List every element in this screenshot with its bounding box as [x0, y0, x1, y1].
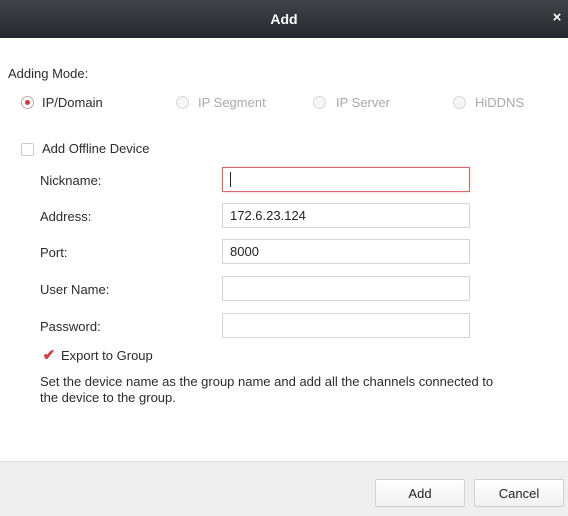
dialog-title: Add: [270, 11, 298, 27]
dialog-footer: Add Cancel: [0, 461, 568, 516]
radio-ip-server[interactable]: [313, 96, 326, 109]
password-input[interactable]: [222, 313, 470, 338]
export-group-description: Set the device name as the group name an…: [40, 374, 494, 405]
address-label: Address:: [40, 209, 92, 224]
add-button[interactable]: Add: [375, 479, 465, 507]
nickname-label: Nickname:: [40, 173, 102, 188]
text-caret: [230, 172, 231, 187]
radio-hiddns-label[interactable]: HiDDNS: [475, 95, 524, 110]
port-label: Port:: [40, 245, 68, 260]
address-input[interactable]: [222, 203, 470, 228]
title-bar: Add ×: [0, 0, 568, 38]
offline-device-label[interactable]: Add Offline Device: [42, 141, 149, 156]
radio-ip-server-label[interactable]: IP Server: [336, 95, 390, 110]
username-label: User Name:: [40, 282, 110, 297]
adding-mode-label: Adding Mode:: [8, 66, 89, 81]
offline-device-checkbox[interactable]: [21, 143, 34, 156]
cancel-button[interactable]: Cancel: [474, 479, 564, 507]
password-label: Password:: [40, 319, 101, 334]
add-device-dialog: Add × Adding Mode: IP/Domain IP Segment …: [0, 0, 568, 516]
radio-ip-segment-label[interactable]: IP Segment: [198, 95, 266, 110]
radio-ip-domain-label[interactable]: IP/Domain: [42, 95, 103, 110]
radio-hiddns[interactable]: [453, 96, 466, 109]
nickname-input[interactable]: [222, 167, 470, 192]
port-input[interactable]: [222, 239, 470, 264]
radio-ip-domain[interactable]: [21, 96, 34, 109]
radio-ip-segment[interactable]: [176, 96, 189, 109]
close-icon[interactable]: ×: [550, 10, 564, 26]
export-group-checkbox[interactable]: ✔: [42, 348, 56, 363]
export-group-label[interactable]: Export to Group: [61, 348, 153, 363]
username-input[interactable]: [222, 276, 470, 301]
